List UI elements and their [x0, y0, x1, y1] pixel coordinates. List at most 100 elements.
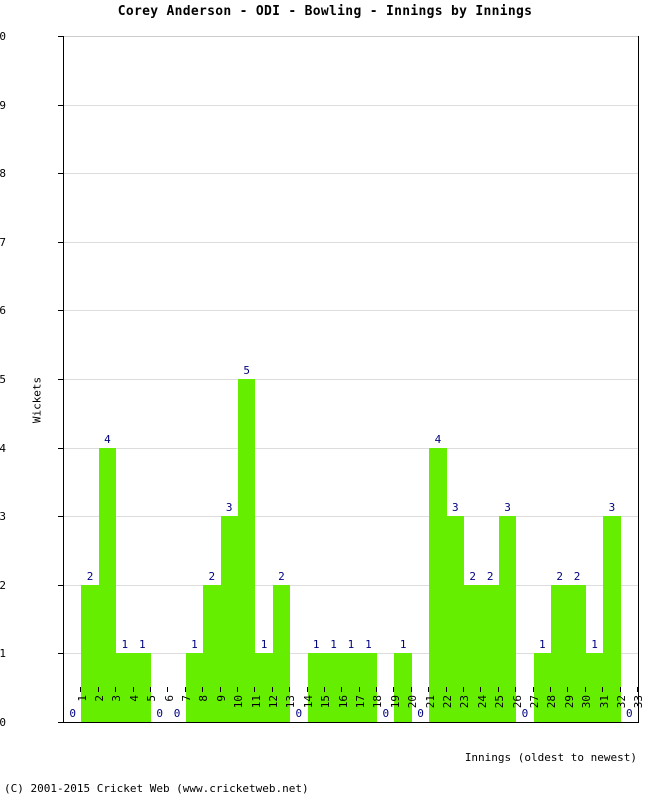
bar[interactable]: [237, 379, 256, 722]
y-tick-mark: [58, 173, 64, 175]
bar-slot[interactable]: 4: [98, 36, 117, 722]
bar-slot[interactable]: 1: [585, 36, 604, 722]
x-tick-mark: [149, 687, 151, 692]
y-tick-mark: [58, 447, 64, 449]
bar-slot[interactable]: 0: [151, 36, 168, 722]
bar-slot[interactable]: 1: [133, 36, 151, 722]
y-tick-label: 9: [0, 98, 6, 112]
bars-layer: 024110012351201111010432230122130: [64, 36, 638, 722]
bar-slot[interactable]: 5: [237, 36, 256, 722]
bar[interactable]: [133, 653, 151, 722]
x-tick-mark: [584, 687, 586, 692]
bar-value-label: 1: [347, 638, 355, 652]
bar-slot[interactable]: 1: [324, 36, 343, 722]
bar-slot[interactable]: 0: [516, 36, 533, 722]
bar-slot[interactable]: 1: [116, 36, 134, 722]
bar-slot[interactable]: 4: [429, 36, 447, 722]
plot-area: 024110012351201111010432230122130: [63, 36, 639, 723]
bar-slot[interactable]: 2: [81, 36, 99, 722]
y-tick-mark: [58, 653, 64, 655]
bar[interactable]: [342, 653, 360, 722]
x-tick-mark: [115, 687, 117, 692]
bar-slot[interactable]: 2: [568, 36, 586, 722]
bar-slot[interactable]: 2: [551, 36, 569, 722]
bar[interactable]: [220, 516, 238, 722]
bar[interactable]: [498, 516, 517, 722]
y-tick-label: 7: [0, 235, 6, 249]
bar-slot[interactable]: 0: [621, 36, 638, 722]
bar[interactable]: [446, 516, 465, 722]
bar-slot[interactable]: 0: [290, 36, 307, 722]
bar-value-label: 0: [173, 707, 181, 720]
bar-slot[interactable]: 1: [255, 36, 273, 722]
bar-slot[interactable]: 2: [272, 36, 291, 722]
y-tick-label: 1: [0, 647, 6, 661]
bar-slot[interactable]: 3: [498, 36, 517, 722]
bar-value-label: 2: [486, 569, 494, 583]
bar[interactable]: [98, 447, 117, 722]
bar-slot[interactable]: 0: [64, 36, 81, 722]
bar[interactable]: [324, 653, 343, 722]
bar-value-label: 0: [521, 707, 529, 720]
x-tick-label: 31: [597, 695, 611, 709]
bar[interactable]: [359, 653, 378, 722]
x-tick-mark: [323, 687, 325, 692]
bar[interactable]: [255, 653, 273, 722]
x-tick-mark: [567, 687, 569, 692]
x-tick-label: 28: [545, 695, 559, 709]
x-tick-mark: [602, 687, 604, 692]
x-tick-label: 4: [127, 695, 141, 702]
bar-slot[interactable]: 1: [359, 36, 378, 722]
bar-slot[interactable]: 2: [481, 36, 499, 722]
x-tick-mark: [445, 687, 447, 692]
chart-title: Corey Anderson - ODI - Bowling - Innings…: [117, 4, 533, 19]
bar-slot[interactable]: 3: [220, 36, 238, 722]
x-tick-mark: [80, 687, 82, 692]
y-tick-mark: [58, 379, 64, 380]
bar[interactable]: [533, 653, 552, 722]
bar[interactable]: [116, 653, 134, 722]
x-tick-label: 22: [440, 695, 454, 709]
bar[interactable]: [429, 447, 447, 722]
x-tick-mark: [167, 687, 169, 692]
bar-slot[interactable]: 1: [394, 36, 412, 722]
bar-slot[interactable]: 0: [412, 36, 429, 722]
x-tick-mark: [219, 687, 221, 692]
x-tick-label: 6: [162, 695, 176, 702]
bar-slot[interactable]: 1: [307, 36, 325, 722]
bar[interactable]: [185, 653, 204, 722]
bar-slot[interactable]: 3: [446, 36, 465, 722]
x-tick-mark: [463, 687, 465, 692]
x-tick-label: 7: [180, 695, 194, 702]
x-tick-label: 25: [493, 695, 507, 709]
x-tick-mark: [428, 687, 430, 692]
bar-value-label: 2: [208, 569, 216, 583]
x-tick-label: 17: [354, 695, 367, 709]
x-tick-label: 29: [562, 695, 576, 709]
bar[interactable]: [307, 653, 325, 722]
x-tick-mark: [497, 687, 499, 692]
y-tick-mark: [58, 310, 64, 312]
bar-value-label: 1: [191, 638, 198, 652]
bar-slot[interactable]: 0: [377, 36, 394, 722]
footer-copyright: (C) 2001-2015 Cricket Web (www.cricketwe…: [4, 782, 309, 795]
bar-slot[interactable]: 2: [203, 36, 221, 722]
y-tick-mark: [58, 516, 64, 518]
bar-value-label: 2: [278, 569, 285, 583]
x-tick-mark: [341, 687, 343, 692]
x-tick-mark: [376, 687, 378, 692]
bar-slot[interactable]: 2: [464, 36, 482, 722]
x-tick-label: 13: [284, 695, 298, 709]
bar-slot[interactable]: 1: [342, 36, 360, 722]
bar-slot[interactable]: 1: [533, 36, 552, 722]
bar-slot[interactable]: 0: [168, 36, 185, 722]
bar-slot[interactable]: 1: [185, 36, 204, 722]
bar[interactable]: [585, 653, 604, 722]
bar-slot[interactable]: 3: [603, 36, 621, 722]
x-tick-mark: [97, 687, 99, 692]
bar[interactable]: [394, 653, 412, 722]
bar-value-label: 1: [260, 638, 268, 652]
bar-value-label: 3: [225, 501, 233, 515]
x-tick-mark: [358, 687, 360, 692]
bar[interactable]: [603, 516, 621, 722]
